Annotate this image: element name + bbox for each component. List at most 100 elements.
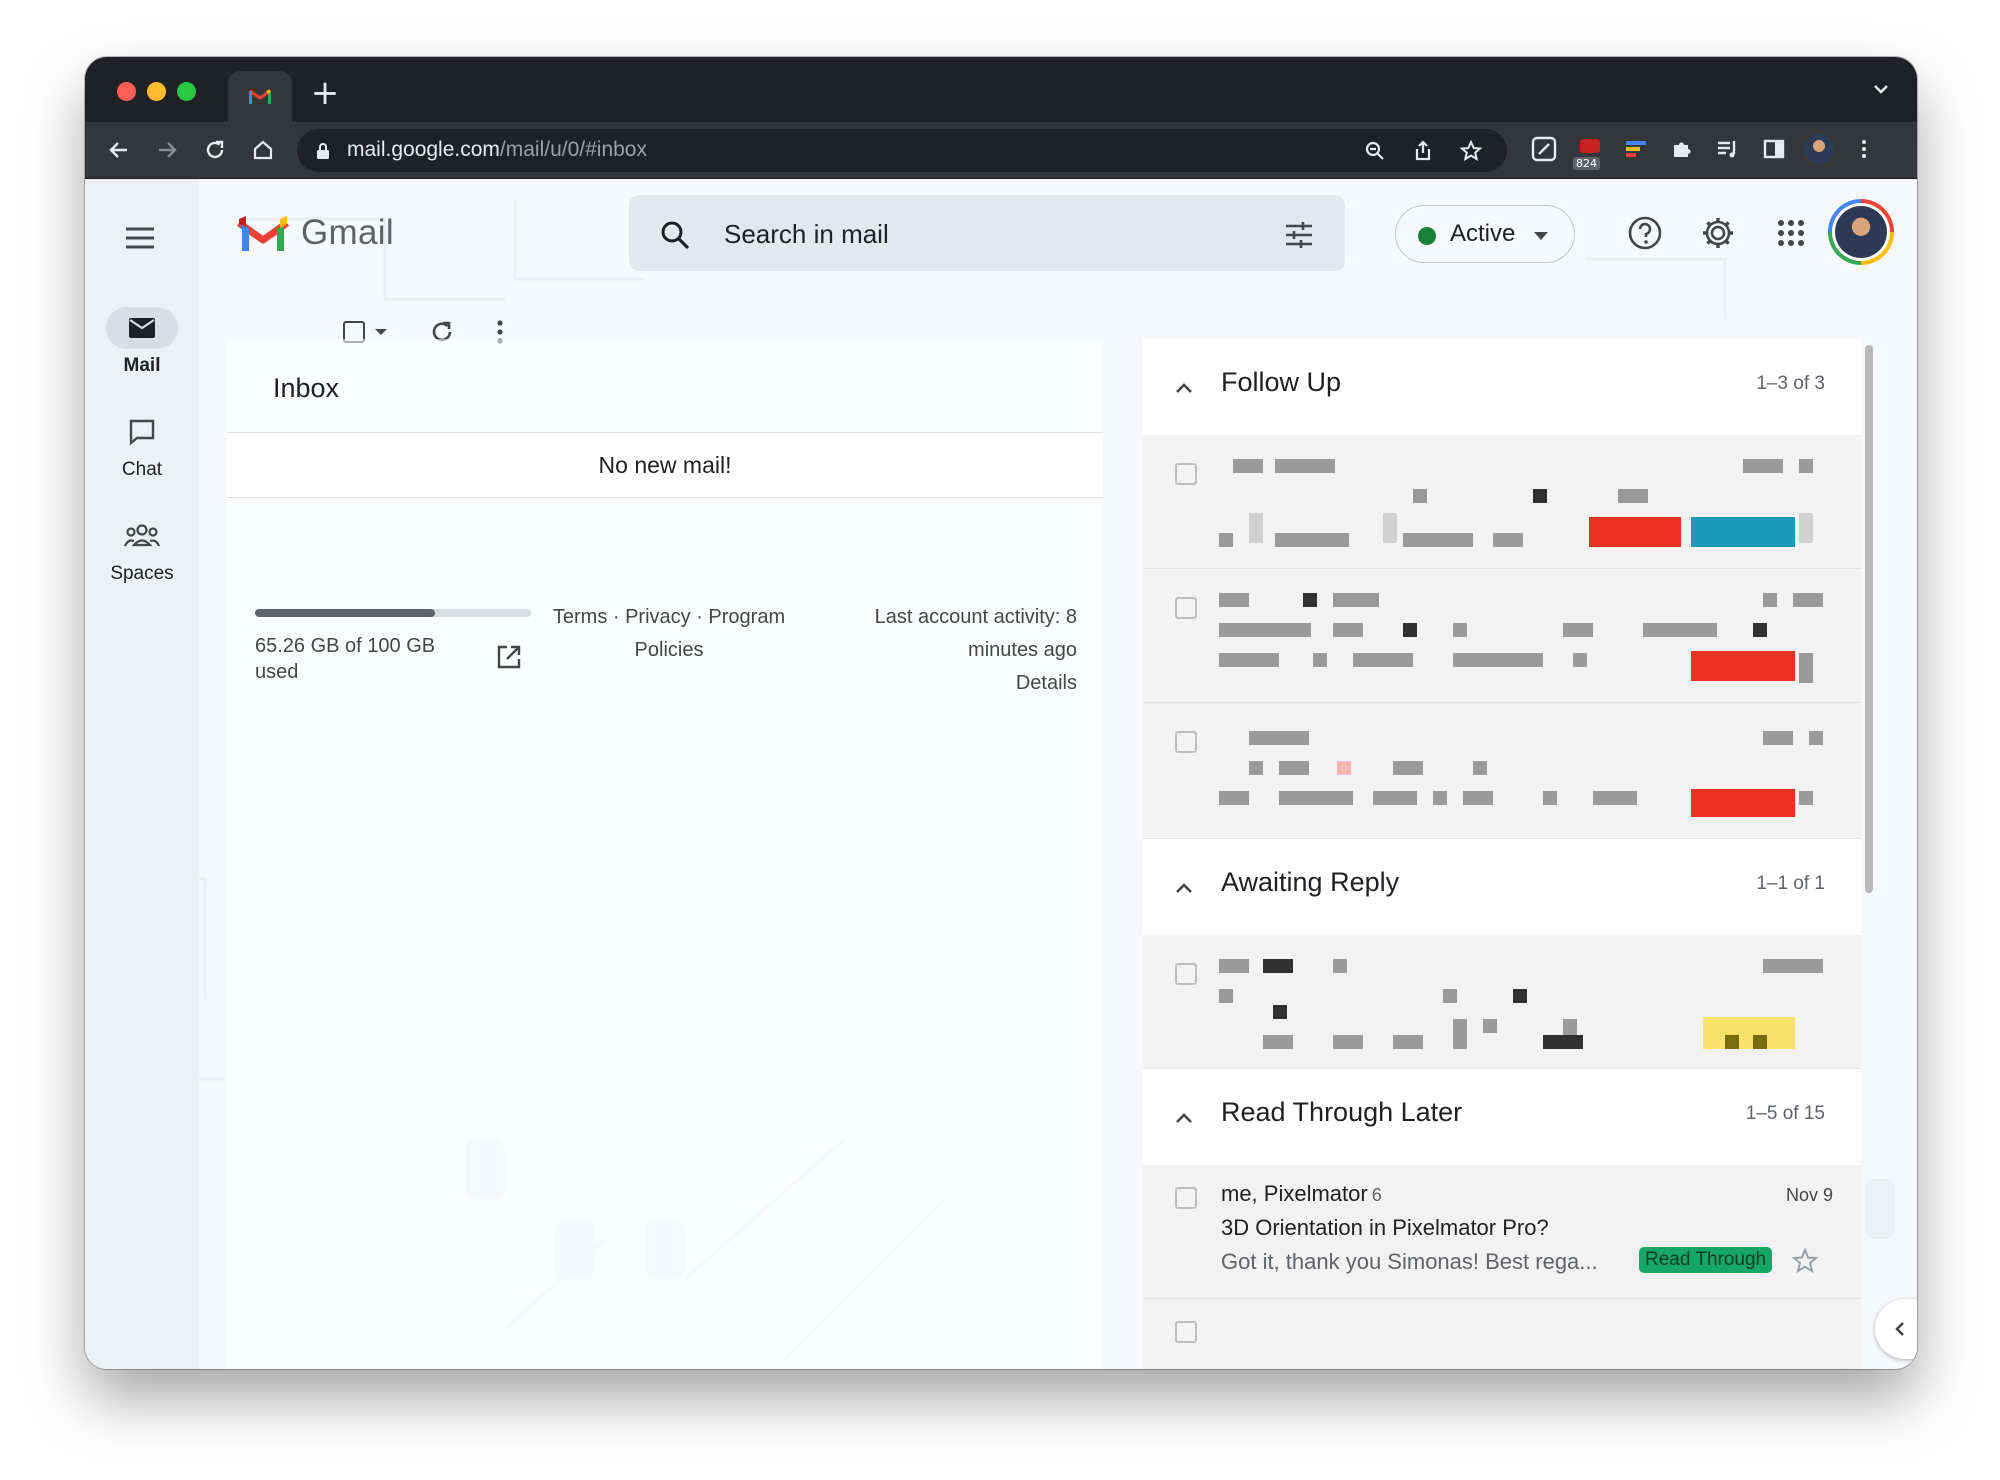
music-queue-icon bbox=[1718, 141, 1736, 158]
side-panel-icon bbox=[1763, 139, 1785, 159]
side-panel-button[interactable] bbox=[1759, 134, 1789, 164]
extension-button-2[interactable]: 824 bbox=[1573, 134, 1605, 170]
caret-down-icon bbox=[1534, 232, 1548, 240]
email-checkbox[interactable] bbox=[1175, 1187, 1197, 1209]
gmail-logo[interactable]: Gmail bbox=[237, 213, 394, 253]
browser-menu-button[interactable] bbox=[1849, 134, 1879, 164]
extensions-button[interactable] bbox=[1667, 134, 1697, 164]
redacted-email-content bbox=[1219, 593, 1823, 683]
label-chip-red bbox=[1691, 789, 1795, 817]
arrow-right-icon bbox=[159, 142, 177, 158]
chevron-left-icon bbox=[1895, 1322, 1904, 1336]
details-link[interactable]: Details bbox=[807, 667, 1077, 700]
browser-window: + mail.google.com/mail/u/0/#inbox 824 Ma… bbox=[85, 57, 1917, 1369]
status-selector[interactable]: Active bbox=[1395, 205, 1575, 263]
chat-icon bbox=[129, 419, 155, 446]
email-row-redacted[interactable] bbox=[1143, 569, 1861, 703]
email-checkbox[interactable] bbox=[1175, 731, 1197, 753]
search-input[interactable]: Search in mail bbox=[724, 219, 889, 250]
gmail-page: Mail Chat Spaces Gmail Search in mail Ac… bbox=[85, 179, 1917, 1369]
profile-avatar[interactable] bbox=[1804, 134, 1834, 164]
settings-button[interactable] bbox=[1698, 213, 1738, 253]
email-snippet: Got it, thank you Simonas! Best rega... bbox=[1221, 1249, 1598, 1274]
back-button[interactable] bbox=[101, 132, 137, 168]
external-link-icon[interactable] bbox=[495, 643, 523, 671]
puzzle-icon bbox=[1674, 142, 1691, 157]
storage-usage-bar bbox=[255, 609, 531, 617]
storage-usage-text: 65.26 GB of 100 GB used bbox=[255, 635, 436, 683]
window-minimize-button[interactable] bbox=[147, 82, 166, 101]
side-panel-toggle-button[interactable] bbox=[1875, 1299, 1917, 1359]
home-icon bbox=[253, 140, 273, 160]
forward-button[interactable] bbox=[149, 132, 185, 168]
window-close-button[interactable] bbox=[117, 82, 136, 101]
mail-pill bbox=[106, 307, 178, 349]
empty-inbox-message: No new mail! bbox=[227, 433, 1103, 497]
select-caret-down-icon[interactable] bbox=[373, 326, 389, 338]
search-bar[interactable]: Search in mail bbox=[629, 195, 1345, 271]
email-row[interactable]: me, Pixelmator 6 Nov 9 3D Orientation in … bbox=[1143, 1165, 1861, 1299]
new-tab-button[interactable]: + bbox=[305, 73, 345, 113]
email-date: Nov 9 bbox=[1785, 1185, 1833, 1205]
star-icon[interactable] bbox=[1791, 1247, 1819, 1275]
chevron-up-icon[interactable] bbox=[1173, 377, 1195, 399]
email-checkbox[interactable] bbox=[1175, 963, 1197, 985]
tab-strip: + bbox=[85, 57, 1917, 122]
arrow-left-icon bbox=[109, 142, 127, 158]
lock-icon[interactable] bbox=[313, 141, 333, 161]
account-activity: Last account activity: 8 minutes ago Det… bbox=[807, 601, 1077, 700]
footer-policy-links[interactable]: Terms · Privacy · Program Policies bbox=[549, 601, 789, 667]
email-row-partial[interactable] bbox=[1143, 1299, 1861, 1369]
email-sender: me, Pixelmator 6 bbox=[1221, 1181, 1382, 1206]
storage-usage-fill bbox=[255, 609, 436, 617]
reload-button[interactable] bbox=[197, 132, 233, 168]
nav-rail: Mail Chat Spaces bbox=[85, 179, 199, 1369]
search-icon[interactable] bbox=[659, 219, 691, 251]
media-button[interactable] bbox=[1713, 134, 1743, 164]
zoom-button[interactable] bbox=[1361, 137, 1389, 165]
scrollbar-thumb[interactable] bbox=[1865, 345, 1873, 893]
label-chip-read-through[interactable]: Read Through bbox=[1639, 1247, 1773, 1273]
section-awaiting-reply-header[interactable]: Awaiting Reply 1–1 of 1 bbox=[1143, 839, 1861, 935]
support-button[interactable] bbox=[1625, 213, 1665, 253]
tab-search-chevron-icon[interactable] bbox=[1869, 77, 1893, 101]
colorful-extension-icon bbox=[1626, 141, 1646, 157]
rail-label-chat: Chat bbox=[121, 459, 163, 480]
section-follow-up-header[interactable]: Follow Up 1–3 of 3 bbox=[1143, 339, 1861, 435]
window-maximize-button[interactable] bbox=[177, 82, 196, 101]
search-options-icon[interactable] bbox=[1283, 219, 1315, 251]
home-button[interactable] bbox=[245, 132, 281, 168]
tab-gmail[interactable] bbox=[228, 71, 292, 122]
email-checkbox[interactable] bbox=[1175, 1321, 1197, 1343]
redacted-email-content bbox=[1219, 731, 1823, 817]
email-checkbox[interactable] bbox=[1175, 463, 1197, 485]
label-chip-red bbox=[1691, 651, 1795, 681]
bookmark-button[interactable] bbox=[1457, 137, 1485, 165]
email-row-redacted[interactable] bbox=[1143, 435, 1861, 569]
share-button[interactable] bbox=[1409, 137, 1437, 165]
extension-button-3[interactable] bbox=[1621, 134, 1651, 164]
inbox-pane: Inbox No new mail! 65.26 GB of 100 GB us… bbox=[227, 339, 1103, 1369]
email-row-redacted[interactable] bbox=[1143, 703, 1861, 839]
rail-item-mail[interactable]: Mail bbox=[85, 307, 199, 377]
redacted-email-content bbox=[1219, 459, 1813, 547]
section-read-through-later-header[interactable]: Read Through Later 1–5 of 15 bbox=[1143, 1069, 1861, 1165]
apps-grid-icon bbox=[1778, 220, 1804, 246]
rail-item-spaces[interactable]: Spaces bbox=[85, 515, 199, 585]
chevron-up-icon[interactable] bbox=[1173, 877, 1195, 899]
account-activity-text: Last account activity: 8 minutes ago bbox=[874, 606, 1077, 661]
main-menu-icon[interactable] bbox=[123, 221, 157, 255]
email-checkbox[interactable] bbox=[1175, 597, 1197, 619]
gear-icon bbox=[1703, 218, 1733, 248]
right-pane-scrollbar[interactable] bbox=[1861, 339, 1877, 899]
chevron-up-icon[interactable] bbox=[1173, 1107, 1195, 1129]
address-bar[interactable]: mail.google.com/mail/u/0/#inbox bbox=[297, 129, 1507, 172]
extension-button-1[interactable] bbox=[1529, 134, 1559, 164]
google-apps-button[interactable] bbox=[1771, 213, 1811, 253]
email-row-redacted[interactable] bbox=[1143, 935, 1861, 1069]
spaces-pill bbox=[106, 515, 178, 557]
section-count: 1–1 of 1 bbox=[1756, 873, 1825, 894]
rail-item-chat[interactable]: Chat bbox=[85, 411, 199, 481]
thread-count: 6 bbox=[1371, 1185, 1382, 1205]
account-avatar[interactable] bbox=[1828, 199, 1894, 265]
